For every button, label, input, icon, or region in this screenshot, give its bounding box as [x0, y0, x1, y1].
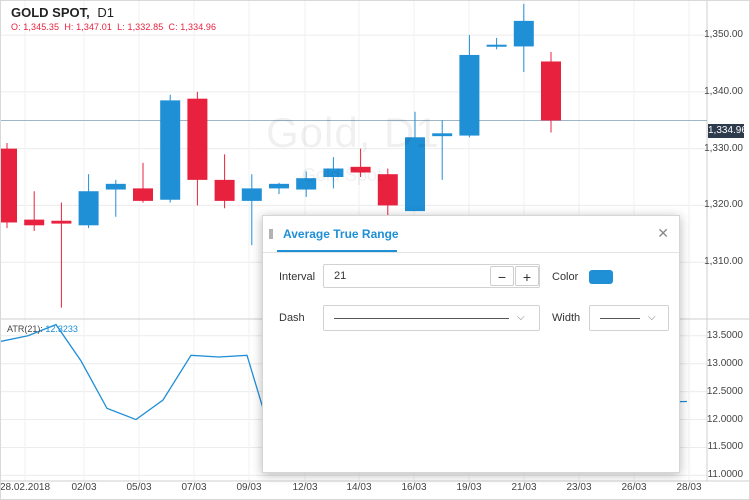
- date-tick-label: 14/03: [346, 482, 372, 493]
- active-tab-underline: [277, 250, 397, 252]
- date-tick-label: 28/03: [676, 482, 702, 493]
- candle-body: [133, 188, 153, 201]
- date-tick-label: 09/03: [236, 482, 262, 493]
- symbol-name: GOLD SPOT,: [11, 5, 90, 20]
- ohlc-values: O: 1,345.35 H: 1,347.01 L: 1,332.85 C: 1…: [11, 22, 217, 32]
- atr-tick-label: 12.0000: [706, 413, 743, 425]
- date-tick-label: 26/03: [621, 482, 647, 493]
- indicator-settings-dialog: Average True Range ✕ Interval 21 − + Col…: [262, 215, 680, 473]
- increment-button[interactable]: +: [515, 266, 539, 286]
- candle-body: [513, 20, 534, 47]
- width-select[interactable]: ⌵: [589, 305, 669, 331]
- date-tick-label: 28.02.2018: [0, 482, 51, 493]
- interval-field[interactable]: 21 − +: [323, 264, 540, 288]
- price-tick-label: 1,320.00: [704, 199, 743, 211]
- interval-label: Interval: [279, 271, 316, 283]
- date-tick-label: 21/03: [511, 482, 537, 493]
- width-preview: [600, 318, 640, 319]
- close-icon[interactable]: ✕: [657, 225, 669, 242]
- chevron-down-icon[interactable]: ⌵: [517, 312, 525, 323]
- dash-label: Dash: [279, 312, 305, 324]
- date-tick-label: 02/03: [71, 482, 97, 493]
- atr-value: 12.3233: [45, 324, 78, 334]
- price-tick-label: 1,340.00: [704, 85, 743, 97]
- price-tick-label: 1,330.00: [704, 142, 743, 154]
- watermark-subtitle: Gold Spot: [302, 165, 383, 185]
- candle-body: [51, 220, 72, 224]
- symbol-label: GOLD SPOT, D1: [11, 5, 114, 20]
- dash-style-preview: [334, 318, 509, 319]
- candle-body: [78, 191, 99, 226]
- atr-tick-label: 11.0000: [707, 469, 743, 481]
- width-label: Width: [552, 312, 581, 324]
- color-label: Color: [552, 271, 579, 283]
- candle-body: [187, 98, 208, 180]
- watermark-title: Gold, D1: [266, 109, 440, 156]
- atr-tick-label: 11.5000: [707, 441, 743, 453]
- date-tick-label: 12/03: [292, 482, 318, 493]
- timeframe: D1: [97, 5, 114, 20]
- date-tick-label: 07/03: [181, 482, 207, 493]
- candle-body: [486, 44, 507, 47]
- candle-body: [269, 183, 289, 189]
- candle-body: [459, 54, 480, 136]
- candle-body: [241, 188, 262, 201]
- current-price-badge: 1,334.96: [708, 124, 747, 138]
- candle-body: [24, 219, 45, 226]
- date-tick-label: 19/03: [456, 482, 482, 493]
- atr-name: ATR(21):: [7, 324, 43, 334]
- date-tick-label: 16/03: [401, 482, 427, 493]
- drag-grip-icon[interactable]: [269, 229, 273, 239]
- atr-indicator-label[interactable]: ATR(21): 12.3233: [7, 324, 78, 334]
- dash-select[interactable]: ⌵: [323, 305, 540, 331]
- price-tick-label: 1,350.00: [704, 29, 743, 41]
- atr-tick-label: 12.5000: [706, 385, 743, 397]
- color-swatch[interactable]: [589, 270, 613, 284]
- price-tick-label: 1,310.00: [704, 256, 743, 268]
- atr-tick-label: 13.5000: [706, 329, 743, 341]
- candle-body: [541, 61, 561, 121]
- candle-body: [105, 183, 126, 190]
- chevron-down-icon[interactable]: ⌵: [648, 312, 656, 323]
- candle-body: [160, 100, 181, 200]
- decrement-button[interactable]: −: [490, 266, 514, 286]
- interval-value[interactable]: 21: [334, 270, 346, 282]
- dialog-header[interactable]: Average True Range ✕: [263, 216, 679, 253]
- candle-body: [214, 179, 235, 201]
- dialog-title: Average True Range: [283, 227, 399, 241]
- date-tick-label: 23/03: [566, 482, 592, 493]
- chart-window: Gold, D1 Gold Spot GOLD SPOT, D1 O: 1,34…: [0, 0, 750, 500]
- date-tick-label: 05/03: [126, 482, 152, 493]
- atr-tick-label: 13.0000: [706, 357, 743, 369]
- candle-body: [1, 148, 17, 223]
